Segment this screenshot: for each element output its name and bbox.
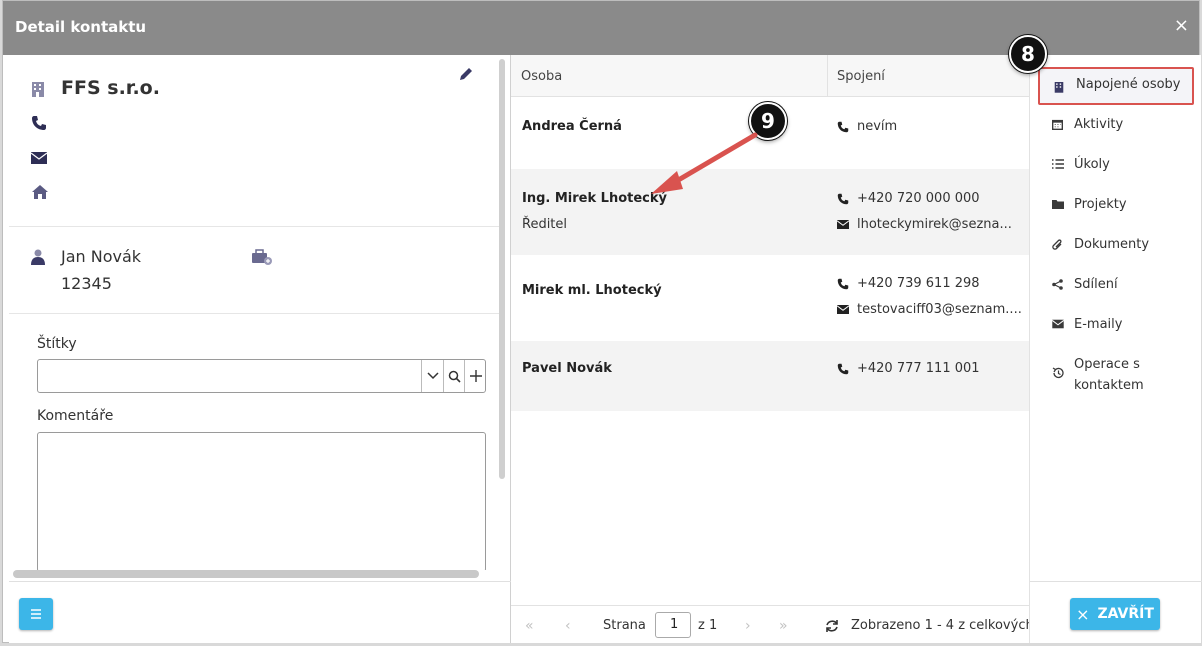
annotation-arrow [651, 132, 758, 194]
contact-detail-dialog: Detail kontaktu × FFS s.r.o. Jan Novák 1… [2, 0, 1202, 643]
